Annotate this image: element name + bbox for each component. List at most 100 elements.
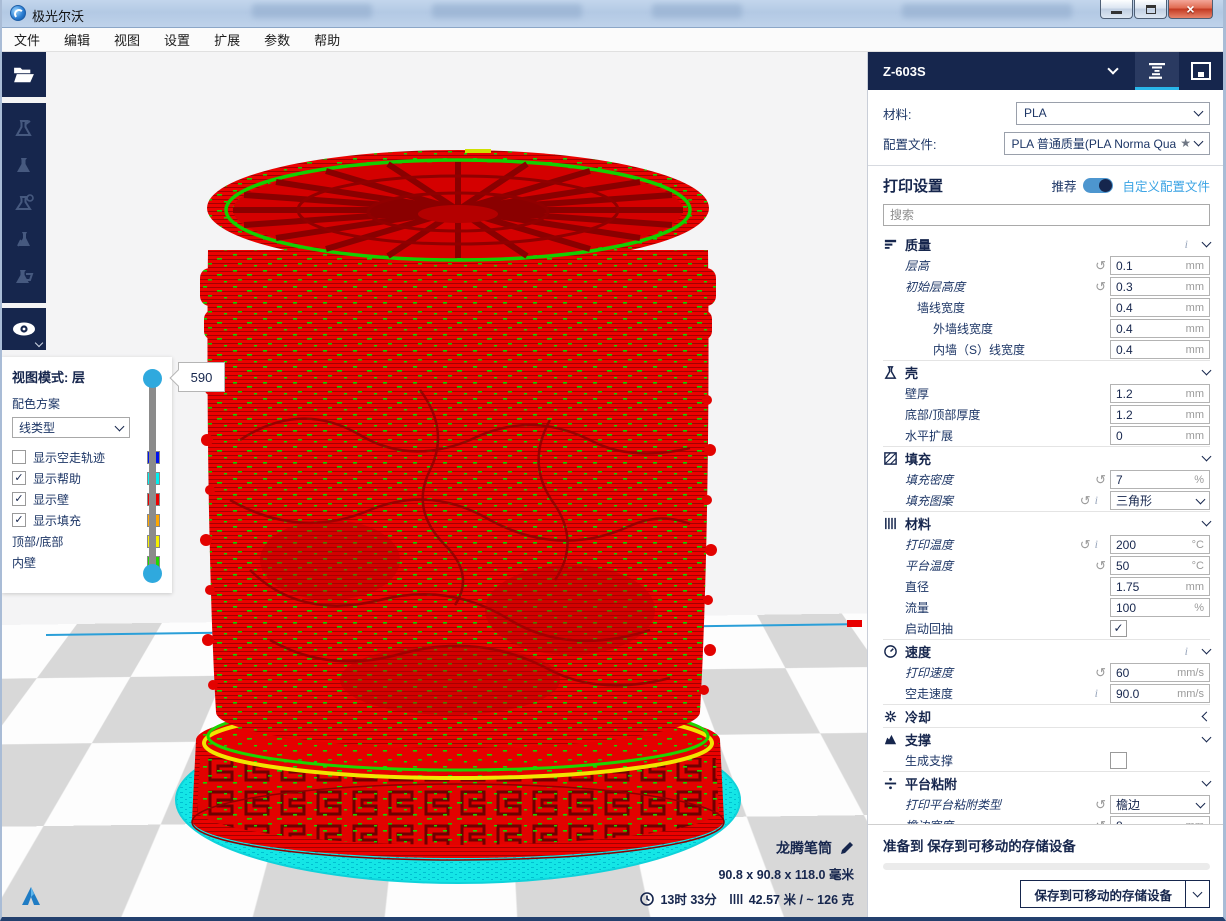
- legend-row-travels: 显示空走轨迹: [12, 447, 172, 467]
- undo-icon[interactable]: ↺: [1080, 494, 1091, 507]
- menu-parameters[interactable]: 参数: [264, 30, 290, 49]
- info-icon: i: [1185, 237, 1188, 252]
- section-infill: 填充 填充密度 ↺ 7% 填充图案 ↺i 三角形: [883, 446, 1210, 511]
- setting-input[interactable]: 0.4mm: [1110, 319, 1210, 338]
- setting-input[interactable]: 50°C: [1110, 556, 1210, 575]
- setting-input[interactable]: 200°C: [1110, 535, 1210, 554]
- search-input[interactable]: [883, 204, 1210, 226]
- setting-label: 初始层高度: [883, 278, 1068, 295]
- setting-input[interactable]: 1.75mm: [1110, 577, 1210, 596]
- layer-value: 590: [191, 370, 213, 385]
- color-scheme-select[interactable]: 线类型: [12, 417, 130, 438]
- tool-move-button[interactable]: [2, 111, 46, 148]
- info-icon: i: [1185, 644, 1188, 659]
- save-to-removable-button[interactable]: 保存到可移动的存储设备: [1021, 881, 1185, 907]
- setting-input[interactable]: 60mm/s: [1110, 663, 1210, 682]
- layer-slider-top-handle[interactable]: [143, 369, 162, 388]
- menu-bar: 文件 编辑 视图 设置 扩展 参数 帮助: [2, 28, 1223, 52]
- view-mode-button[interactable]: [2, 310, 46, 348]
- undo-icon[interactable]: ↺: [1095, 666, 1106, 679]
- undo-icon[interactable]: ↺: [1095, 559, 1106, 572]
- tool-move-icon: [13, 118, 35, 140]
- setting-label: 直径: [883, 578, 1068, 595]
- section-header-infill[interactable]: 填充: [883, 447, 1210, 469]
- chevron-down-icon[interactable]: [1107, 63, 1118, 74]
- section-header-cooling[interactable]: 冷却: [883, 705, 1210, 727]
- profile-select[interactable]: PLA 普通质量(PLA Norma Qua ★: [1004, 132, 1211, 155]
- setting-input[interactable]: 0mm: [1110, 426, 1210, 445]
- tool-rotate-button[interactable]: [2, 185, 46, 222]
- tab-prepare[interactable]: [1135, 52, 1179, 90]
- menu-help[interactable]: 帮助: [314, 30, 340, 49]
- section-header-shell[interactable]: 壳: [883, 361, 1210, 383]
- setting-input[interactable]: 0.3mm: [1110, 277, 1210, 296]
- setting-row: 内墙（S）线宽度 0.4mm: [883, 339, 1210, 360]
- setting-input[interactable]: 0.4mm: [1110, 298, 1210, 317]
- undo-icon[interactable]: ↺: [1095, 798, 1106, 811]
- close-button[interactable]: ×: [1168, 0, 1213, 19]
- material-label: 材料:: [883, 104, 1016, 123]
- edit-pencil-icon[interactable]: [840, 841, 854, 855]
- tool-mirror-button[interactable]: [2, 221, 46, 258]
- setting-input[interactable]: 1.2mm: [1110, 405, 1210, 424]
- axis-marker: [847, 620, 862, 627]
- custom-profile-link[interactable]: 自定义配置文件: [1122, 176, 1210, 195]
- menu-file[interactable]: 文件: [14, 30, 40, 49]
- undo-icon[interactable]: ↺: [1080, 538, 1091, 551]
- section-header-quality[interactable]: 质量 i: [883, 233, 1210, 255]
- maximize-button[interactable]: [1134, 0, 1167, 19]
- section-header-support[interactable]: 支撑: [883, 728, 1210, 750]
- retraction-checkbox[interactable]: [1110, 620, 1127, 637]
- model-preview[interactable]: [170, 140, 750, 900]
- setting-select[interactable]: 檐边: [1110, 795, 1210, 814]
- minimize-button[interactable]: [1100, 0, 1133, 19]
- layer-slider-track[interactable]: [149, 378, 156, 574]
- undo-icon[interactable]: ↺: [1095, 280, 1106, 293]
- clock-icon: [640, 892, 654, 906]
- setting-input[interactable]: 7%: [1110, 470, 1210, 489]
- menu-view[interactable]: 视图: [114, 30, 140, 49]
- menu-settings[interactable]: 设置: [164, 30, 190, 49]
- section-header-material[interactable]: 材料: [883, 512, 1210, 534]
- model-status: 龙腾笔筒 90.8 x 90.8 x 118.0 毫米 13时 33分 42.5…: [640, 838, 854, 908]
- tool-scale-button[interactable]: [2, 148, 46, 185]
- tool-per-model-settings-button[interactable]: [2, 258, 46, 295]
- legend-label: 显示空走轨迹: [33, 449, 147, 466]
- show-shell-checkbox[interactable]: [12, 492, 26, 506]
- menu-extensions[interactable]: 扩展: [214, 30, 240, 49]
- show-infill-checkbox[interactable]: [12, 513, 26, 527]
- open-file-button[interactable]: [2, 56, 46, 94]
- save-options-dropdown[interactable]: [1185, 881, 1209, 907]
- setting-label: 水平扩展: [883, 427, 1068, 444]
- setting-row: 层高 ↺ 0.1mm: [883, 255, 1210, 276]
- setting-input[interactable]: 90.0mm/s: [1110, 684, 1210, 703]
- section-header-adhesion[interactable]: 平台粘附: [883, 772, 1210, 794]
- generate-support-checkbox[interactable]: [1110, 752, 1127, 769]
- material-select[interactable]: PLA: [1016, 102, 1210, 125]
- machine-selector[interactable]: Z-603S: [883, 64, 1109, 79]
- progress-bar: [883, 863, 1210, 870]
- section-support: 支撑 生成支撑: [883, 727, 1210, 771]
- setting-input[interactable]: 0.1mm: [1110, 256, 1210, 275]
- profile-value: PLA 普通质量(PLA Norma Qua: [1012, 135, 1177, 152]
- legend-label: 显示壁: [33, 491, 147, 508]
- show-helpers-checkbox[interactable]: [12, 471, 26, 485]
- tab-monitor[interactable]: [1179, 52, 1223, 90]
- setting-input[interactable]: 1.2mm: [1110, 384, 1210, 403]
- setting-input[interactable]: 100%: [1110, 598, 1210, 617]
- setting-select[interactable]: 三角形: [1110, 491, 1210, 510]
- viewport-3d[interactable]: 视图模式: 层 配色方案 线类型 显示空走轨迹 显示帮助 显示壁: [2, 52, 868, 918]
- section-header-speed[interactable]: 速度 i: [883, 640, 1210, 662]
- undo-icon[interactable]: ↺: [1095, 259, 1106, 272]
- setting-label: 空走速度: [883, 685, 1068, 702]
- menu-edit[interactable]: 编辑: [64, 30, 90, 49]
- layer-slider-bottom-handle[interactable]: [143, 564, 162, 583]
- setting-input[interactable]: 8mm: [1110, 816, 1210, 824]
- recommended-toggle[interactable]: [1083, 178, 1113, 193]
- setting-row: 填充图案 ↺i 三角形: [883, 490, 1210, 511]
- show-travels-checkbox[interactable]: [12, 450, 26, 464]
- setting-row: 启动回抽: [883, 618, 1210, 639]
- setting-input[interactable]: 0.4mm: [1110, 340, 1210, 359]
- chevron-down-icon: [1202, 517, 1212, 527]
- undo-icon[interactable]: ↺: [1095, 473, 1106, 486]
